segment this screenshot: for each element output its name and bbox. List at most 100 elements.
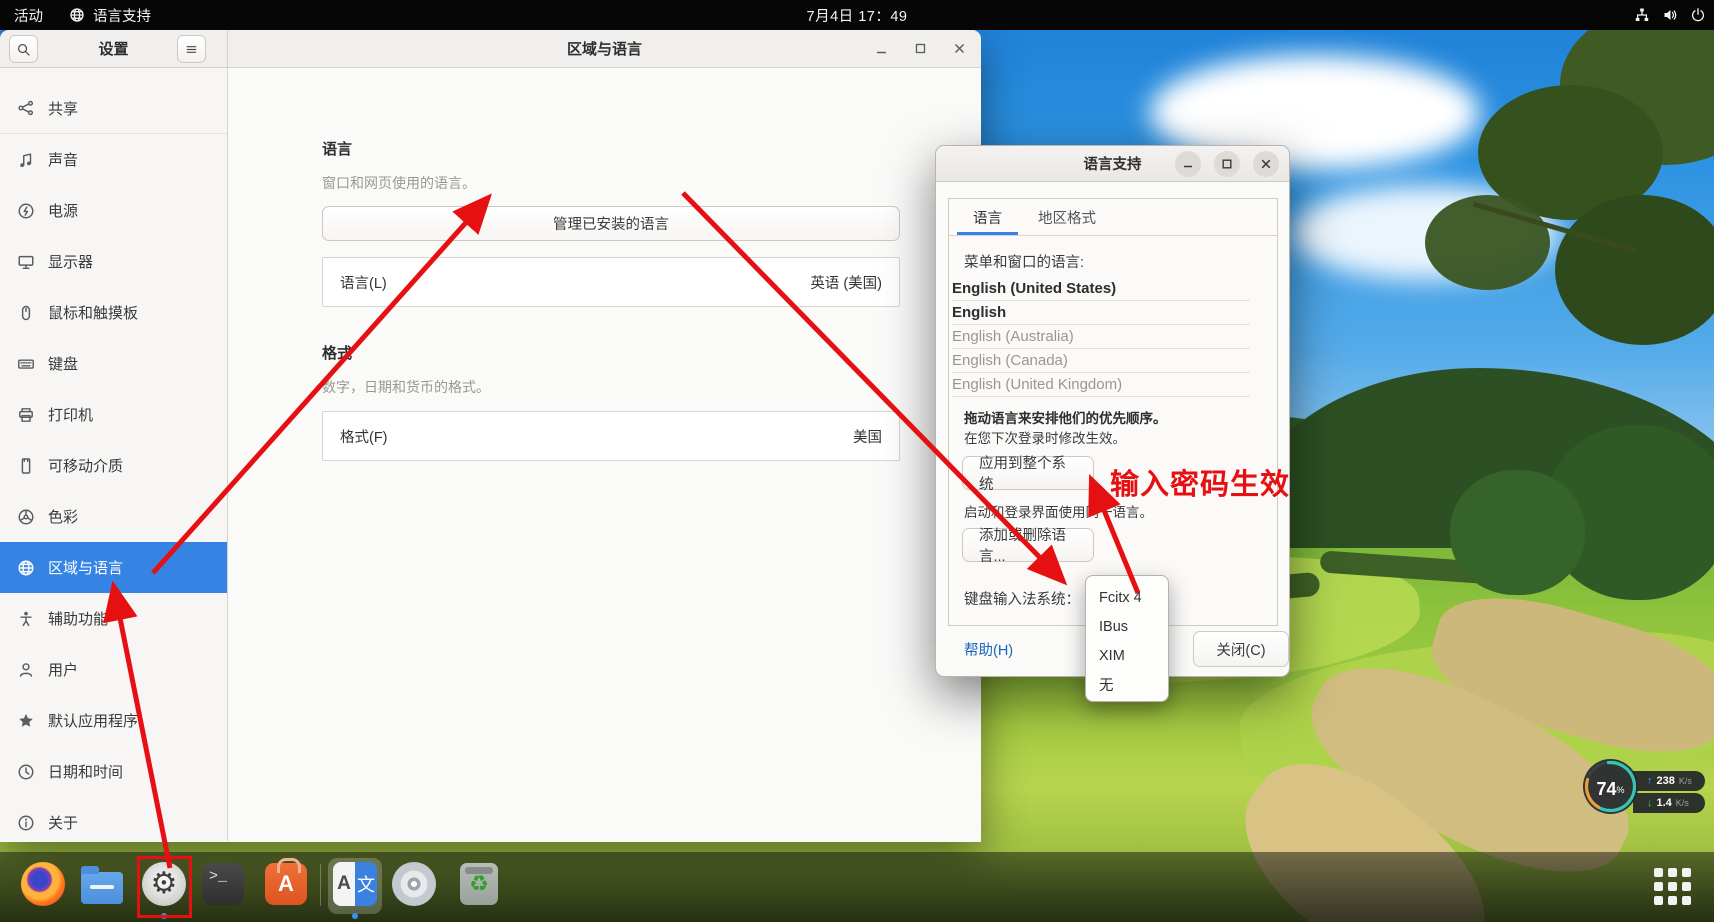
tab-language[interactable]: 语言 [955, 199, 1020, 235]
tab-regional-formats[interactable]: 地区格式 [1020, 199, 1114, 235]
sidebar-item-mouse[interactable]: 鼠标和触摸板 [0, 287, 227, 338]
format-section-title: 格式 [322, 342, 352, 363]
format-row[interactable]: 格式(F) 美国 [322, 411, 900, 461]
sidebar-item-color[interactable]: 色彩 [0, 491, 227, 542]
about-icon [17, 814, 35, 832]
sidebar-item-default-apps[interactable]: 默认应用程序 [0, 695, 227, 746]
dock-ubuntu-software-icon[interactable]: A [263, 861, 309, 907]
dialog-titlebar: 语言支持 [936, 146, 1289, 182]
apply-note: 启动和登录界面使用同一语言。 [964, 501, 1153, 521]
dock: ⚙ >_ A A文 ♻ [0, 852, 1714, 922]
language-list-item[interactable]: English (United States) [952, 277, 1250, 301]
sidebar-item-region-language[interactable]: 区域与语言 [0, 542, 227, 593]
sidebar-item-about[interactable]: 关于 [0, 797, 227, 842]
ime-system-label: 键盘输入法系统： [964, 588, 1080, 609]
sidebar-item-displays[interactable]: 显示器 [0, 236, 227, 287]
dock-trash-icon[interactable]: ♻ [456, 861, 502, 907]
help-button[interactable]: 帮助(H) [964, 639, 1013, 660]
format-row-label: 格式(F) [340, 426, 388, 447]
share-icon [17, 99, 35, 117]
language-section-title: 语言 [322, 138, 352, 159]
download-value: 1.4 [1657, 797, 1672, 809]
sidebar-item-sharing[interactable]: 共享 [0, 83, 227, 134]
upload-value: 238 [1657, 775, 1675, 787]
keyboard-icon [17, 355, 35, 373]
accessibility-icon [17, 610, 35, 628]
close-button[interactable]: 关闭(C) [1193, 631, 1289, 667]
settings-title: 设置 [98, 38, 128, 59]
sidebar-item-accessibility[interactable]: 辅助功能 [0, 593, 227, 644]
hamburger-icon [184, 42, 199, 57]
default-apps-icon [17, 712, 35, 730]
dock-firefox-icon[interactable] [20, 861, 66, 907]
dialog-minimize-icon[interactable] [1175, 151, 1201, 177]
language-row[interactable]: 语言(L) 英语 (美国) [322, 257, 900, 307]
language-row-label: 语言(L) [340, 272, 387, 293]
apply-system-wide-button[interactable]: 应用到整个系统 [962, 456, 1094, 490]
maximize-icon[interactable] [913, 41, 928, 56]
drag-hint: 拖动语言来安排他们的优先顺序。 [964, 407, 1167, 427]
format-row-value: 美国 [853, 426, 882, 447]
page-title: 区域与语言 [567, 38, 642, 59]
language-section-subtitle: 窗口和网页使用的语言。 [322, 173, 476, 193]
color-icon [17, 508, 35, 526]
settings-window: 设置 区域与语言 共享 声音 电源 显示器 鼠标和触摸板 [0, 30, 981, 842]
sidebar-item-keyboard[interactable]: 键盘 [0, 338, 227, 389]
region-language-panel: 语言 窗口和网页使用的语言。 管理已安装的语言 语言(L) 英语 (美国) 格式… [228, 68, 981, 841]
clock[interactable]: 7月4日 17：49 [807, 5, 908, 26]
language-list-item[interactable]: English [952, 301, 1250, 325]
minimize-icon[interactable] [874, 41, 889, 56]
ime-dropdown-menu: Fcitx 4 IBus XIM 无 [1085, 575, 1169, 702]
language-list-item[interactable]: English (Canada) [952, 349, 1250, 373]
sidebar-item-sound[interactable]: 声音 [0, 134, 227, 185]
sidebar-item-removable-media[interactable]: 可移动介质 [0, 440, 227, 491]
dock-files-icon[interactable] [79, 861, 125, 907]
annotation-red-box [137, 856, 192, 918]
menu-button[interactable] [177, 35, 206, 63]
language-list-item[interactable]: English (Australia) [952, 325, 1250, 349]
system-monitor-gauge[interactable]: 74% [1583, 759, 1638, 814]
dialog-close-icon[interactable] [1253, 151, 1279, 177]
show-applications-button[interactable] [1652, 866, 1692, 906]
focused-app-menu[interactable]: 语言支持 [69, 5, 151, 26]
language-row-value: 英语 (美国) [810, 272, 882, 293]
power-menu-icon[interactable] [1690, 7, 1706, 23]
sidebar-item-power[interactable]: 电源 [0, 185, 227, 236]
dialog-maximize-icon[interactable] [1214, 151, 1240, 177]
ime-option-xim[interactable]: XIM [1086, 641, 1168, 670]
ime-option-fcitx4[interactable]: Fcitx 4 [1086, 583, 1168, 612]
volume-icon[interactable] [1662, 7, 1678, 23]
running-indicator-language-support [352, 913, 358, 919]
net-download-pill: ↓ 1.4 K/s [1633, 793, 1705, 813]
globe-icon [69, 7, 85, 23]
gauge-percent: 74 [1596, 779, 1616, 800]
activities-button[interactable]: 活动 [14, 5, 43, 26]
manage-installed-languages-button[interactable]: 管理已安装的语言 [322, 206, 900, 241]
download-unit: K/s [1676, 798, 1689, 808]
annotation-password-note: 输入密码生效 [1110, 461, 1290, 503]
search-icon [16, 42, 31, 57]
add-remove-languages-button[interactable]: 添加或删除语言... [962, 528, 1094, 562]
dock-separator [320, 864, 321, 906]
top-bar: 活动 语言支持 7月4日 17：49 [0, 0, 1714, 30]
gauge-percent-sign: % [1617, 785, 1625, 795]
dock-cd-media-icon[interactable] [391, 861, 437, 907]
sidebar-item-datetime[interactable]: 日期和时间 [0, 746, 227, 797]
sound-icon [17, 151, 35, 169]
ime-option-ibus[interactable]: IBus [1086, 612, 1168, 641]
region-language-icon [17, 559, 35, 577]
download-arrow-icon: ↓ [1647, 797, 1653, 809]
sidebar-item-users[interactable]: 用户 [0, 644, 227, 695]
close-icon[interactable] [952, 41, 967, 56]
dock-language-support-icon[interactable]: A文 [332, 861, 378, 907]
power-icon [17, 202, 35, 220]
dialog-title: 语言支持 [1084, 153, 1142, 174]
search-button[interactable] [9, 35, 38, 63]
dock-terminal-icon[interactable]: >_ [200, 861, 246, 907]
network-icon[interactable] [1634, 7, 1650, 23]
language-list-item[interactable]: English (United Kingdom) [952, 373, 1250, 397]
ime-option-none[interactable]: 无 [1086, 670, 1168, 699]
menus-language-label: 菜单和窗口的语言: [964, 251, 1084, 272]
format-section-subtitle: 数字，日期和货币的格式。 [322, 377, 490, 397]
sidebar-item-printers[interactable]: 打印机 [0, 389, 227, 440]
